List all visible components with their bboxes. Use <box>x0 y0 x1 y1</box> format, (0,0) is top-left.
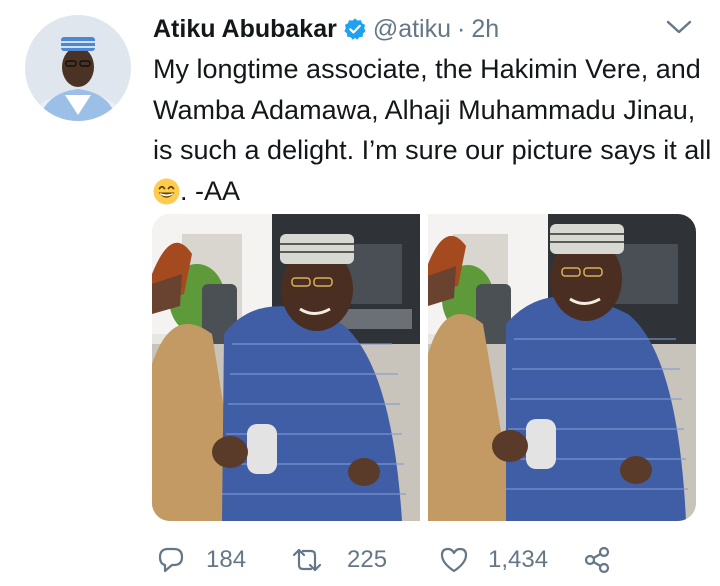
tweet-signature: . -AA <box>180 175 241 206</box>
tweet-body: My longtime associate, the Hakimin Vere,… <box>153 54 712 165</box>
timestamp[interactable]: 2h <box>471 15 499 44</box>
heart-icon[interactable] <box>439 545 469 575</box>
author-name[interactable]: Atiku Abubakar <box>153 15 337 44</box>
photo-left[interactable] <box>152 214 420 521</box>
reply-icon[interactable] <box>156 545 186 575</box>
tweet-actions: 184 225 1,434 <box>152 540 712 580</box>
share-icon[interactable] <box>582 545 612 575</box>
avatar[interactable] <box>25 15 131 121</box>
grinning-face-with-smiling-eyes-icon <box>153 176 180 204</box>
reply-count: 184 <box>206 546 247 573</box>
retweet-count: 225 <box>347 546 388 573</box>
tweet-header: Atiku Abubakar @atiku · 2h <box>153 11 499 47</box>
photo-right[interactable] <box>428 214 696 521</box>
chevron-down-icon[interactable] <box>664 14 694 40</box>
author-handle[interactable]: @atiku <box>373 15 451 44</box>
retweet-icon[interactable] <box>289 545 325 575</box>
media-grid <box>152 214 696 521</box>
separator: · <box>457 14 466 43</box>
tweet-text: My longtime associate, the Hakimin Vere,… <box>153 49 713 211</box>
like-count: 1,434 <box>488 546 549 573</box>
verified-badge-icon <box>343 17 367 41</box>
